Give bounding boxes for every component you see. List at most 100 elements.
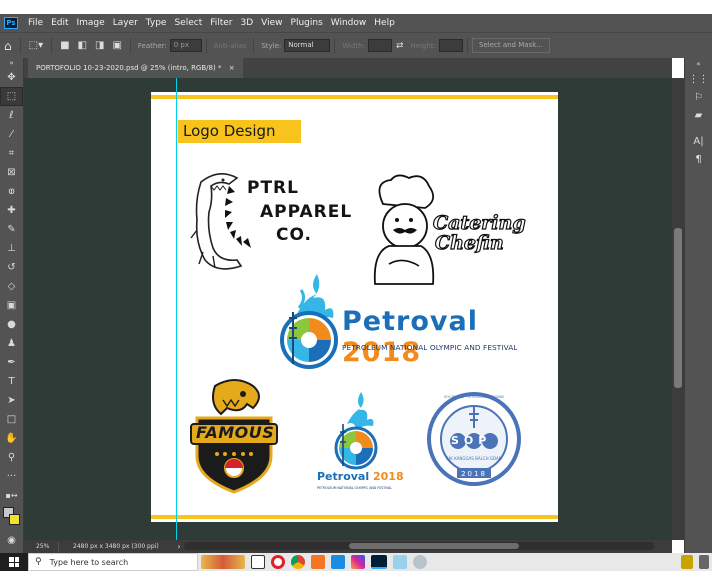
menu-plugins[interactable]: Plugins xyxy=(287,18,327,28)
subtract-selection-icon[interactable]: ◨ xyxy=(95,40,104,51)
dodge-tool-icon[interactable]: ♟ xyxy=(0,334,23,353)
vscode-icon[interactable] xyxy=(331,555,345,569)
document-canvas[interactable]: Logo Design PTRL APPAREL CO. Catering Ch… xyxy=(151,92,558,522)
edit-toolbar-icon[interactable]: ▪↔ xyxy=(0,486,23,505)
feather-field[interactable]: 0 px xyxy=(169,39,202,52)
frame-tool-icon[interactable]: ⊠ xyxy=(0,163,23,182)
horizontal-scrollbar[interactable] xyxy=(184,542,654,550)
document-tab[interactable]: PORTOFOLIO 10-23-2020.psd @ 25% (intro, … xyxy=(28,58,243,78)
magic-wand-tool-icon[interactable]: ⁄ xyxy=(0,125,23,144)
dock-collapse-icon[interactable]: « xyxy=(685,58,712,70)
path-selection-tool-icon[interactable]: ➤ xyxy=(0,391,23,410)
vertical-scroll-thumb[interactable] xyxy=(674,228,682,388)
xampp-icon[interactable] xyxy=(311,555,325,569)
chrome-icon[interactable] xyxy=(291,555,305,569)
menu-file[interactable]: File xyxy=(24,18,47,28)
petroval-small-brand: Petroval 2018 xyxy=(317,470,404,483)
background-color-swatch[interactable] xyxy=(9,514,20,525)
move-tool-icon[interactable]: ✥ xyxy=(0,68,23,87)
task-view-icon[interactable] xyxy=(251,555,265,569)
zoom-level[interactable]: 25% xyxy=(24,543,54,550)
chef-mascot-illustration xyxy=(373,174,435,285)
ptrl-brand-line-1: PTRL xyxy=(247,178,299,198)
menu-type[interactable]: Type xyxy=(142,18,171,28)
type-tool-icon[interactable]: T xyxy=(0,372,23,391)
swatches-panel-icon[interactable]: ▰ xyxy=(685,106,712,124)
opera-icon[interactable] xyxy=(271,555,285,569)
system-tray-icon[interactable] xyxy=(681,555,693,569)
menu-edit[interactable]: Edit xyxy=(47,18,72,28)
eraser-tool-icon[interactable]: ◇ xyxy=(0,277,23,296)
style-label: Style: xyxy=(261,41,282,50)
blur-tool-icon[interactable]: ● xyxy=(0,315,23,334)
photoshop-taskbar-icon[interactable] xyxy=(371,555,387,569)
search-placeholder: Type here to search xyxy=(49,557,129,567)
style-select[interactable]: Normal xyxy=(284,39,331,52)
pen-tool-icon[interactable]: ✒ xyxy=(0,353,23,372)
marquee-preset-icon[interactable]: ⬚▾ xyxy=(29,40,43,51)
healing-brush-tool-icon[interactable]: ✚ xyxy=(0,201,23,220)
brush-panel-icon[interactable]: ⚐ xyxy=(685,88,712,106)
close-tab-icon[interactable]: × xyxy=(229,64,235,72)
hand-tool-icon[interactable]: ✋ xyxy=(0,429,23,448)
select-and-mask-button[interactable]: Select and Mask... xyxy=(472,38,550,53)
panel-collapse-icon[interactable]: » xyxy=(0,58,23,68)
petroval-emblem xyxy=(280,274,338,369)
photoshop-logo: Ps xyxy=(4,17,18,29)
height-label: Height: xyxy=(410,41,437,50)
brush-tool-icon[interactable]: ✎ xyxy=(0,220,23,239)
search-highlight-image[interactable] xyxy=(201,555,245,569)
rectangle-tool-icon[interactable]: □ xyxy=(0,410,23,429)
menu-3d[interactable]: 3D xyxy=(237,18,258,28)
intersect-selection-icon[interactable]: ▣ xyxy=(112,40,121,51)
zoom-tool-icon[interactable]: ⚲ xyxy=(0,448,23,467)
crop-tool-icon[interactable]: ⌗ xyxy=(0,144,23,163)
menu-image[interactable]: Image xyxy=(73,18,109,28)
divider xyxy=(19,37,21,54)
eyedropper-tool-icon[interactable]: ⱷ xyxy=(0,182,23,201)
ptrl-brand-line-2: APPAREL xyxy=(260,202,353,222)
vertical-scrollbar[interactable] xyxy=(672,78,684,540)
add-selection-icon[interactable]: ◧ xyxy=(78,40,87,51)
tools-panel: » ✥ ⬚ ℓ ⁄ ⌗ ⊠ ⱷ ✚ ✎ ⊥ ↺ ◇ ▣ ● ♟ ✒ T ➤ □ … xyxy=(0,58,24,553)
horizontal-scroll-thumb[interactable] xyxy=(349,543,519,549)
menu-select[interactable]: Select xyxy=(170,18,206,28)
lasso-tool-icon[interactable]: ℓ xyxy=(0,106,23,125)
divider xyxy=(205,37,207,54)
width-field[interactable] xyxy=(367,39,392,52)
more-tools-icon[interactable]: ··· xyxy=(0,467,23,486)
antialias-checkbox[interactable]: Anti-alias xyxy=(214,42,247,50)
menu-help[interactable]: Help xyxy=(370,18,399,28)
divider xyxy=(334,37,336,54)
quick-mask-icon[interactable]: ◉ xyxy=(0,531,23,550)
color-swatches[interactable] xyxy=(0,505,23,531)
marquee-tool-icon[interactable]: ⬚ xyxy=(0,87,23,106)
divider xyxy=(129,37,131,54)
petroval-brand-name: Petroval 2018 xyxy=(342,306,558,368)
petroval-year: 2018 xyxy=(342,337,422,368)
height-field[interactable] xyxy=(439,39,464,52)
home-icon[interactable]: ⌂ xyxy=(4,39,12,53)
gradient-tool-icon[interactable]: ▣ xyxy=(0,296,23,315)
taskbar-search-box[interactable]: ⚲ Type here to search xyxy=(28,553,198,571)
divider xyxy=(58,541,59,552)
menu-view[interactable]: View xyxy=(257,18,286,28)
search-icon: ⚲ xyxy=(35,557,42,567)
instagram-icon[interactable] xyxy=(351,555,365,569)
character-panel-icon[interactable]: A| xyxy=(685,132,712,150)
history-brush-tool-icon[interactable]: ↺ xyxy=(0,258,23,277)
windows-start-icon[interactable] xyxy=(0,553,28,571)
menu-filter[interactable]: Filter xyxy=(206,18,236,28)
status-bar: 25% 2480 px x 3480 px (300 ppi) › xyxy=(24,540,672,553)
clone-stamp-tool-icon[interactable]: ⊥ xyxy=(0,239,23,258)
cyan-guide-line[interactable] xyxy=(176,78,177,540)
paragraph-panel-icon[interactable]: ¶ xyxy=(685,150,712,168)
menu-window[interactable]: Window xyxy=(327,18,371,28)
browser-icon[interactable] xyxy=(413,555,427,569)
new-selection-icon[interactable]: ■ xyxy=(60,40,69,51)
show-hidden-icons[interactable] xyxy=(699,555,709,569)
swap-dimensions-icon[interactable]: ⇄ xyxy=(396,41,404,51)
notepad-icon[interactable] xyxy=(393,555,407,569)
menu-layer[interactable]: Layer xyxy=(109,18,142,28)
history-panel-icon[interactable]: ⋮⋮ xyxy=(685,70,712,88)
